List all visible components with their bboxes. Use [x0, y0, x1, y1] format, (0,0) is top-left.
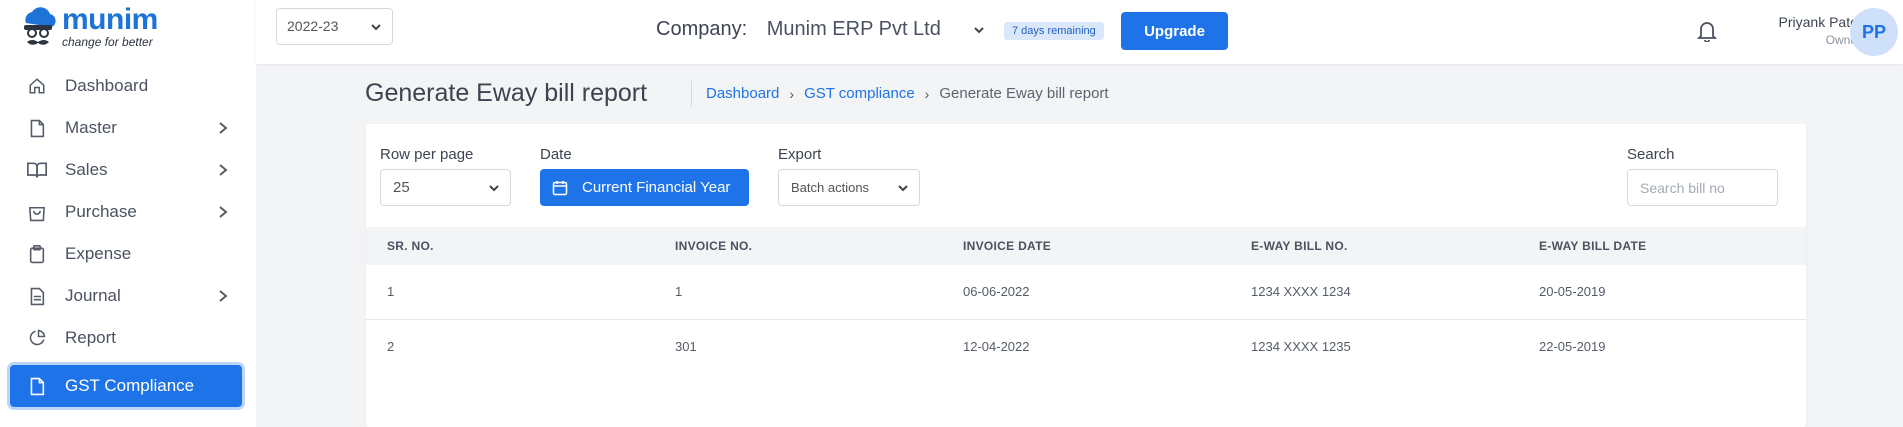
- book-icon: [26, 159, 48, 181]
- chevron-down-icon: [371, 24, 381, 31]
- search-input[interactable]: [1627, 169, 1778, 206]
- cell-invoice-date: 12-04-2022: [963, 338, 1030, 354]
- sidebar-item-report[interactable]: Report: [10, 317, 242, 359]
- chevron-down-icon: [974, 27, 984, 34]
- page-title: Generate Eway bill report: [365, 79, 648, 107]
- sidebar-item-dashboard[interactable]: Dashboard: [10, 65, 242, 107]
- bell-icon[interactable]: [1697, 20, 1717, 42]
- chevron-right-icon: [219, 206, 228, 218]
- chevron-down-icon: [898, 185, 908, 192]
- cell-sr-no: 2: [387, 338, 395, 354]
- title-divider: [691, 81, 692, 107]
- chevron-right-icon: [219, 164, 228, 176]
- top-header: 2022-23 Company: Munim ERP Pvt Ltd 7 day…: [256, 0, 1903, 64]
- date-label: Date: [540, 146, 572, 163]
- chevron-right-icon: ›: [924, 85, 930, 102]
- company-name: Munim ERP Pvt Ltd: [766, 18, 941, 40]
- financial-year-select[interactable]: 2022-23: [276, 8, 393, 45]
- eway-bill-table: SR. NO. INVOICE NO. INVOICE DATE E-WAY B…: [366, 227, 1806, 373]
- sidebar-item-label: Purchase: [65, 202, 137, 221]
- column-header-eway-bill-no[interactable]: E-WAY BILL NO.: [1230, 227, 1518, 265]
- table-row[interactable]: 1 1 06-06-2022 1234 XXXX 1234 20-05-2019: [366, 265, 1806, 319]
- cell-invoice-date: 06-06-2022: [963, 284, 1030, 300]
- brand-name: munim: [62, 3, 158, 36]
- report-card: Row per page 25 Date Current Financial Y…: [366, 124, 1806, 427]
- rows-per-page-value: 25: [393, 179, 410, 196]
- rows-per-page-select[interactable]: 25: [380, 169, 511, 206]
- cell-eway-bill-date: 22-05-2019: [1539, 338, 1606, 354]
- user-role: Owner: [1825, 33, 1861, 47]
- calendar-icon: [552, 180, 568, 195]
- home-icon: [26, 75, 48, 97]
- cell-invoice-no: 301: [675, 338, 697, 354]
- cell-eway-bill-no: 1234 XXXX 1235: [1251, 338, 1351, 354]
- search-label: Search: [1627, 146, 1675, 163]
- sidebar-item-master[interactable]: Master: [10, 107, 242, 149]
- brand-logo[interactable]: munim change for better: [18, 3, 168, 51]
- chevron-right-icon: ›: [789, 85, 795, 102]
- pie-chart-icon: [26, 327, 48, 349]
- sidebar-item-label: Report: [65, 328, 117, 347]
- trial-days-badge: 7 days remaining: [1004, 22, 1104, 40]
- table-header-row: SR. NO. INVOICE NO. INVOICE DATE E-WAY B…: [366, 227, 1806, 265]
- sidebar-item-gst-compliance[interactable]: GST Compliance: [10, 365, 242, 407]
- export-select[interactable]: Batch actions: [778, 169, 920, 206]
- table-row[interactable]: 2 301 12-04-2022 1234 XXXX 1235 22-05-20…: [366, 319, 1806, 373]
- clipboard-icon: [26, 243, 48, 265]
- chevron-right-icon: [219, 122, 228, 134]
- breadcrumb-current: Generate Eway bill report: [939, 85, 1109, 102]
- chevron-down-icon: [489, 185, 499, 192]
- column-header-eway-bill-date[interactable]: E-WAY BILL DATE: [1518, 227, 1806, 265]
- breadcrumb-link-gst-compliance[interactable]: GST compliance: [804, 85, 915, 102]
- avatar[interactable]: PP: [1850, 8, 1898, 56]
- user-name: Priyank Patel: [1778, 14, 1861, 30]
- date-range-button[interactable]: Current Financial Year: [540, 169, 749, 206]
- upgrade-button[interactable]: Upgrade: [1121, 12, 1228, 50]
- date-range-value: Current Financial Year: [582, 179, 731, 196]
- file-icon: [26, 375, 48, 397]
- column-header-sr-no[interactable]: SR. NO.: [366, 227, 654, 265]
- sidebar-item-label: Dashboard: [65, 76, 149, 95]
- sidebar-item-label: GST Compliance: [65, 376, 195, 395]
- sidebar-item-label: Master: [65, 118, 117, 137]
- sidebar-item-label: Journal: [65, 286, 121, 305]
- document-icon: [26, 285, 48, 307]
- column-header-invoice-date[interactable]: INVOICE DATE: [942, 227, 1230, 265]
- financial-year-value: 2022-23: [287, 18, 339, 34]
- shopping-bag-icon: [26, 201, 48, 223]
- chevron-right-icon: [219, 290, 228, 302]
- export-label: Export: [778, 146, 822, 163]
- cell-sr-no: 1: [387, 284, 395, 300]
- breadcrumb: Dashboard › GST compliance › Generate Ew…: [706, 85, 1109, 102]
- sidebar-item-expense[interactable]: Expense: [10, 233, 242, 275]
- company-selector[interactable]: Company: Munim ERP Pvt Ltd: [656, 18, 984, 41]
- cell-invoice-no: 1: [675, 284, 683, 300]
- cell-eway-bill-no: 1234 XXXX 1234: [1251, 284, 1351, 300]
- company-label: Company:: [656, 18, 748, 40]
- sidebar-item-label: Expense: [65, 244, 132, 263]
- rows-per-page-label: Row per page: [380, 146, 474, 163]
- sidebar-nav: Dashboard Master Sales Purchase Expense …: [10, 65, 242, 407]
- sidebar-item-journal[interactable]: Journal: [10, 275, 242, 317]
- sidebar: munim change for better Dashboard Master…: [0, 0, 256, 427]
- cell-eway-bill-date: 20-05-2019: [1539, 284, 1606, 300]
- sidebar-item-sales[interactable]: Sales: [10, 149, 242, 191]
- sidebar-item-purchase[interactable]: Purchase: [10, 191, 242, 233]
- cloud-mascot-icon: [24, 7, 56, 45]
- export-value: Batch actions: [791, 180, 870, 195]
- file-icon: [26, 117, 48, 139]
- brand-tagline: change for better: [62, 35, 153, 49]
- sidebar-item-label: Sales: [65, 160, 108, 179]
- breadcrumb-link-dashboard[interactable]: Dashboard: [706, 85, 779, 102]
- column-header-invoice-no[interactable]: INVOICE NO.: [654, 227, 942, 265]
